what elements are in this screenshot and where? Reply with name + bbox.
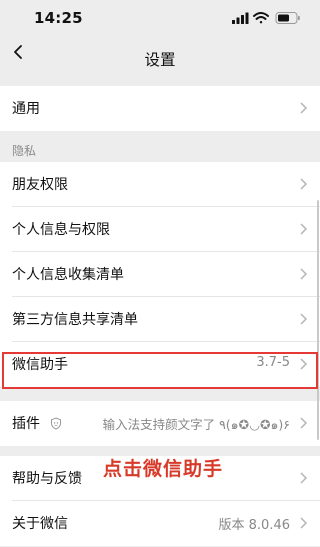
chevron-right-icon (300, 223, 308, 235)
chevron-right-icon (300, 313, 308, 325)
settings-item-value: 版本 8.0.46 (218, 518, 290, 533)
battery-icon (275, 12, 300, 24)
settings-item-third-party-sharing[interactable]: 第三方信息共享清单 (0, 297, 320, 342)
wifi-icon (253, 12, 269, 24)
chevron-right-icon (300, 472, 308, 484)
settings-item-value: 输入法支持颜文字了 ٩(๑✪◡✪๑)۶ (102, 417, 290, 432)
annotation-text: 点击微信助手 (103, 458, 224, 480)
signal-icon (232, 12, 249, 24)
chevron-right-icon (300, 178, 308, 190)
shield-icon (51, 417, 61, 430)
settings-item-label: 个人信息与权限 (12, 222, 110, 238)
settings-item-label: 通用 (12, 101, 40, 117)
chevron-right-icon (300, 102, 308, 114)
highlight-box (2, 352, 318, 389)
scroll-indicator (317, 200, 319, 440)
settings-item-personal-info-list[interactable]: 个人信息收集清单 (0, 252, 320, 297)
status-time: 14:25 (34, 9, 83, 27)
general-group: 通用 (0, 86, 320, 131)
status-icons (232, 12, 300, 24)
page-title: 设置 (144, 51, 176, 69)
settings-item-label: 个人信息收集清单 (12, 267, 124, 283)
status-bar: 14:25 (0, 0, 320, 36)
settings-item-label: 朋友权限 (12, 177, 68, 193)
settings-item-personal-info-permissions[interactable]: 个人信息与权限 (0, 207, 320, 252)
plugins-group: 插件 输入法支持颜文字了 ٩(๑✪◡✪๑)۶ (0, 401, 320, 446)
settings-item-label: 关于微信 (12, 516, 68, 532)
chevron-right-icon (300, 417, 308, 429)
chevron-right-icon (300, 268, 308, 280)
section-header-privacy: 隐私 (12, 144, 37, 158)
settings-item-about-wechat[interactable]: 关于微信 版本 8.0.46 (0, 501, 320, 546)
settings-item-label: 插件 (12, 416, 40, 432)
settings-item-friend-permissions[interactable]: 朋友权限 (0, 162, 320, 207)
navigation-bar: 设置 (0, 36, 320, 80)
settings-item-label: 帮助与反馈 (12, 471, 82, 487)
settings-item-label: 第三方信息共享清单 (12, 312, 138, 328)
settings-item-general[interactable]: 通用 (0, 86, 320, 131)
settings-item-plugins[interactable]: 插件 输入法支持颜文字了 ٩(๑✪◡✪๑)۶ (0, 401, 320, 446)
chevron-right-icon (300, 517, 308, 529)
